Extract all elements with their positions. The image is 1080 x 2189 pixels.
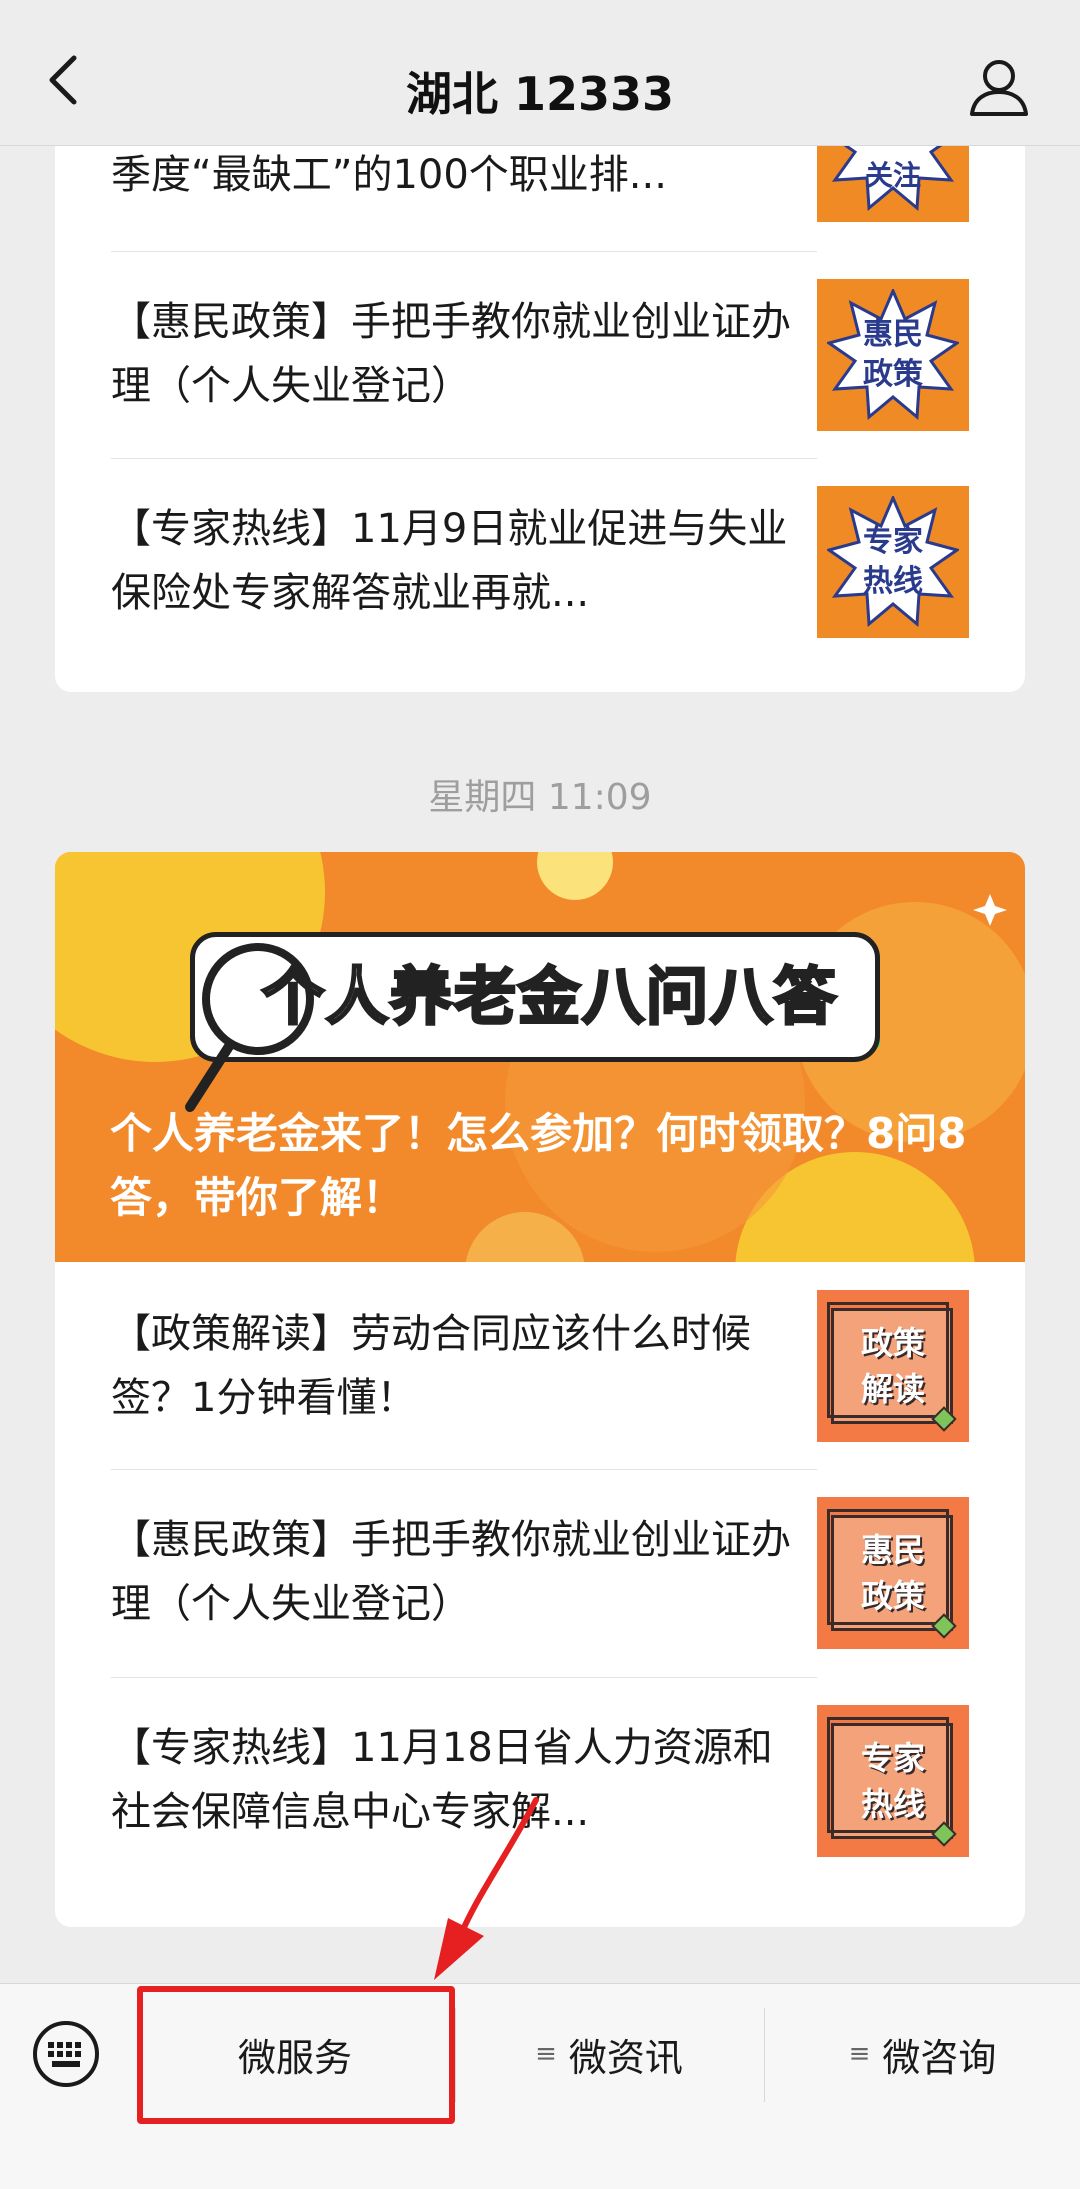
article-title: 【专家热线】11月18日省人力资源和社会保障信息中心专家解... bbox=[111, 1725, 773, 1835]
message-timestamp: 星期四 11:09 bbox=[428, 777, 652, 818]
thumb-text: 惠民 bbox=[863, 317, 923, 352]
nav-bar: 湖北 12333 bbox=[0, 0, 1080, 146]
banner-title: 个人养老金八问八答 bbox=[260, 959, 838, 1035]
thumb-text: 政策 bbox=[863, 357, 923, 392]
banner-caption: 个人养老金来了！怎么参加？何时领取？8问8答，带你了解！ bbox=[110, 1109, 967, 1222]
list-item[interactable]: 【专家热线】11月9日就业促进与失业保险处专家解答就业再就... 专家 热线 bbox=[55, 459, 1025, 692]
list-item[interactable]: 【惠民政策】手把手教你就业创业证办理（个人失业登记） 惠民 政策 bbox=[55, 252, 1025, 458]
article-title: 季度“最缺工”的100个职业排... bbox=[111, 152, 667, 198]
page-title: 湖北 12333 bbox=[405, 67, 675, 121]
list-item[interactable]: 【专家热线】11月18日省人力资源和社会保障信息中心专家解... 专家 热线 bbox=[55, 1678, 1025, 1927]
thumb-text: 政策 bbox=[860, 1324, 925, 1362]
thumb-text: 热线 bbox=[860, 1785, 925, 1823]
article-title: 【惠民政策】手把手教你就业创业证办理（个人失业登记） bbox=[111, 1517, 791, 1627]
thumb-text: 关 bbox=[864, 159, 893, 192]
menu-item-micro-news[interactable]: ≡ 微资讯 bbox=[456, 1984, 762, 2124]
article-title: 【惠民政策】手把手教你就业创业证办理（个人失业登记） bbox=[111, 299, 791, 409]
highlight-box bbox=[137, 1986, 455, 2124]
thumb-text: 解读 bbox=[860, 1370, 925, 1408]
menu-item-label: 微咨询 bbox=[882, 2035, 997, 2080]
list-item[interactable]: 【政策解读】劳动合同应该什么时候签？1分钟看懂！ 政策 解读 bbox=[55, 1262, 1025, 1469]
article-thumbnail: 政策 解读 bbox=[817, 1290, 969, 1442]
article-thumbnail: 惠民 政策 bbox=[817, 279, 969, 431]
thumb-text: 政策 bbox=[860, 1577, 925, 1615]
article-title: 【专家热线】11月9日就业促进与失业保险处专家解答就业再就... bbox=[111, 506, 788, 616]
thumb-text: 专家 bbox=[860, 1739, 925, 1777]
person-icon[interactable] bbox=[966, 54, 1032, 120]
keyboard-icon[interactable] bbox=[32, 2020, 100, 2088]
article-card-previous: 季度“最缺工”的100个职业排... 关注 【惠民政策】手把手教你就业创业证办理… bbox=[55, 100, 1025, 692]
thumb-text: 注 bbox=[893, 159, 922, 192]
article-thumbnail: 专家 热线 bbox=[817, 486, 969, 638]
thumb-text: 专家 bbox=[863, 524, 923, 559]
menu-item-micro-consult[interactable]: ≡ 微咨询 bbox=[765, 1984, 1080, 2124]
article-title: 【政策解读】劳动合同应该什么时候签？1分钟看懂！ bbox=[111, 1311, 751, 1421]
thumb-text: 惠民 bbox=[860, 1531, 925, 1569]
menu-item-label: 微资讯 bbox=[568, 2035, 683, 2080]
menu-list-icon: ≡ bbox=[848, 2039, 871, 2069]
list-item[interactable]: 【惠民政策】手把手教你就业创业证办理（个人失业登记） 惠民 政策 bbox=[55, 1470, 1025, 1677]
article-thumbnail: 惠民 政策 bbox=[817, 1497, 969, 1649]
article-thumbnail: 专家 热线 bbox=[817, 1705, 969, 1857]
menu-list-icon: ≡ bbox=[535, 2039, 557, 2069]
article-card: 个人养老金八问八答 个人养老金来了！怎么参加？何时领取？8问8答，带你了解！ 【… bbox=[55, 852, 1025, 1927]
cover-banner[interactable]: 个人养老金八问八答 个人养老金来了！怎么参加？何时领取？8问8答，带你了解！ bbox=[55, 852, 1025, 1262]
thumb-text: 热线 bbox=[863, 564, 923, 599]
